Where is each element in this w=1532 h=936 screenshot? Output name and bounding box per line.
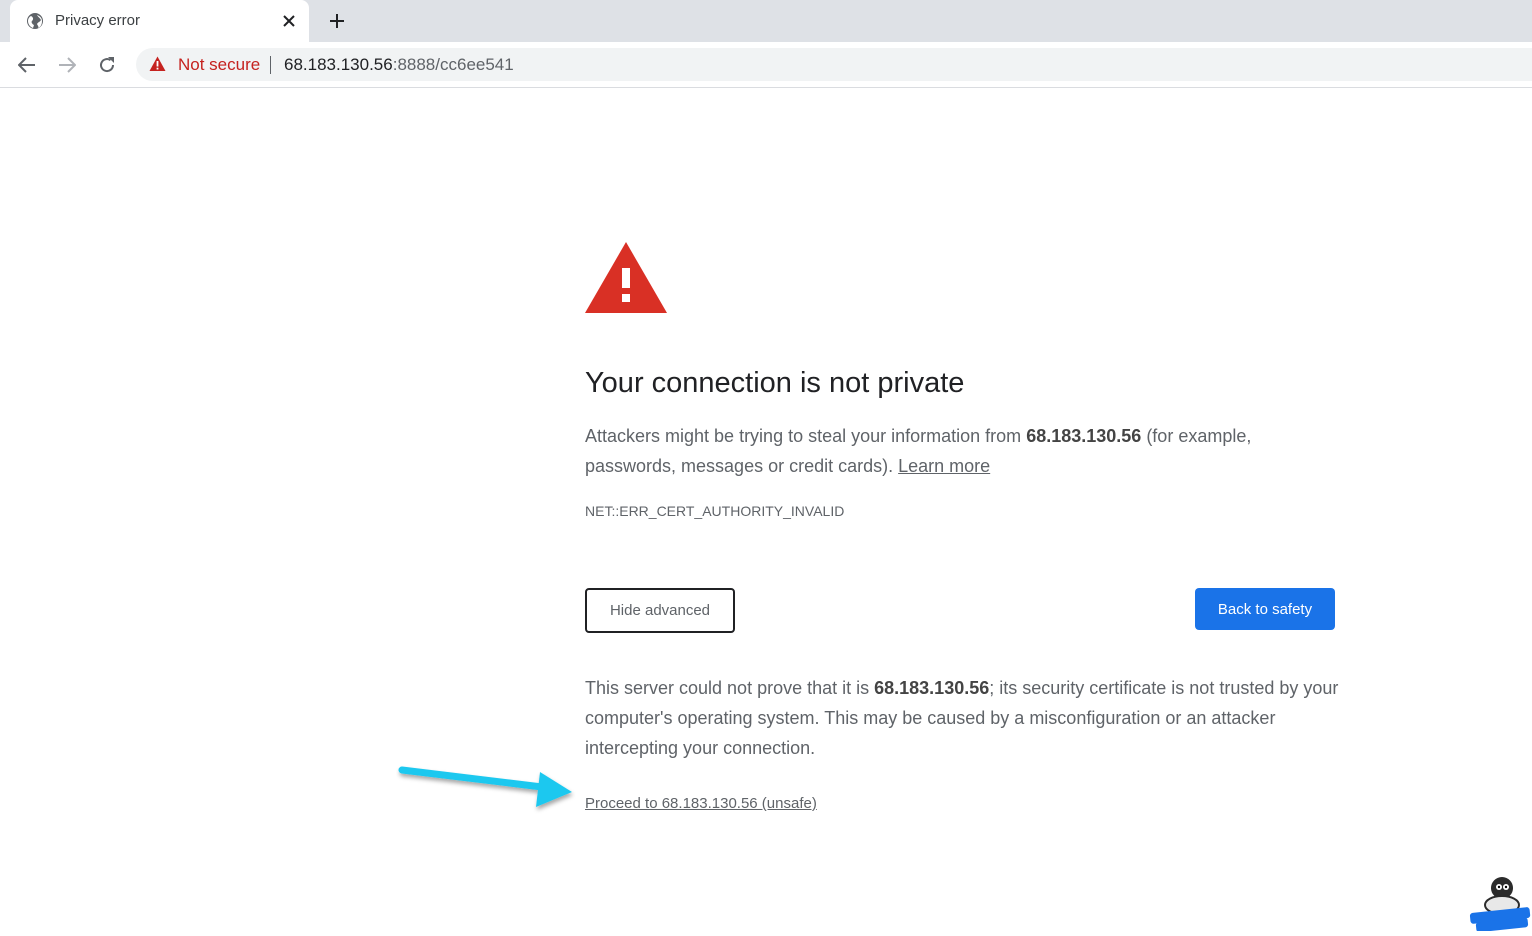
back-to-safety-button[interactable]: Back to safety xyxy=(1195,588,1335,630)
address-bar[interactable]: Not secure 68.183.130.56:8888/cc6ee541 xyxy=(136,48,1532,81)
url-path: :8888/cc6ee541 xyxy=(392,55,514,74)
host-name: 68.183.130.56 xyxy=(1026,426,1142,446)
back-arrow-icon[interactable] xyxy=(15,53,39,77)
main-message-prefix: Attackers might be trying to steal your … xyxy=(585,426,1027,446)
globe-icon xyxy=(26,12,44,30)
tab-title: Privacy error xyxy=(55,12,141,29)
details-prefix: This server could not prove that it is xyxy=(585,678,875,698)
browser-toolbar: Not secure 68.183.130.56:8888/cc6ee541 xyxy=(0,42,1532,88)
hide-advanced-button[interactable]: Hide advanced xyxy=(585,588,735,633)
url-text[interactable]: 68.183.130.56:8888/cc6ee541 xyxy=(284,54,514,75)
details-message: This server could not prove that it is 6… xyxy=(585,673,1345,763)
learn-more-link[interactable]: Learn more xyxy=(898,456,990,476)
main-message: Attackers might be trying to steal your … xyxy=(585,421,1345,481)
error-code: NET::ERR_CERT_AUTHORITY_INVALID xyxy=(585,503,845,519)
host-name: 68.183.130.56 xyxy=(874,678,990,698)
reload-icon[interactable] xyxy=(95,53,119,77)
plus-icon[interactable] xyxy=(326,10,348,32)
arrow-icon xyxy=(396,762,576,816)
proceed-unsafe-link[interactable]: Proceed to 68.183.130.56 (unsafe) xyxy=(585,794,817,813)
page-title: Your connection is not private xyxy=(585,367,965,399)
tab-strip: Privacy error xyxy=(0,0,1532,42)
sheep-logo-icon xyxy=(1466,872,1532,933)
not-secure-label[interactable]: Not secure xyxy=(178,54,260,75)
divider xyxy=(270,56,271,74)
url-host: 68.183.130.56 xyxy=(284,55,393,74)
close-icon[interactable] xyxy=(280,12,298,30)
warning-triangle-icon xyxy=(585,242,667,314)
tab-privacy-error[interactable]: Privacy error xyxy=(10,0,309,42)
warning-triangle-icon[interactable] xyxy=(149,56,166,72)
forward-arrow-icon[interactable] xyxy=(55,53,79,77)
